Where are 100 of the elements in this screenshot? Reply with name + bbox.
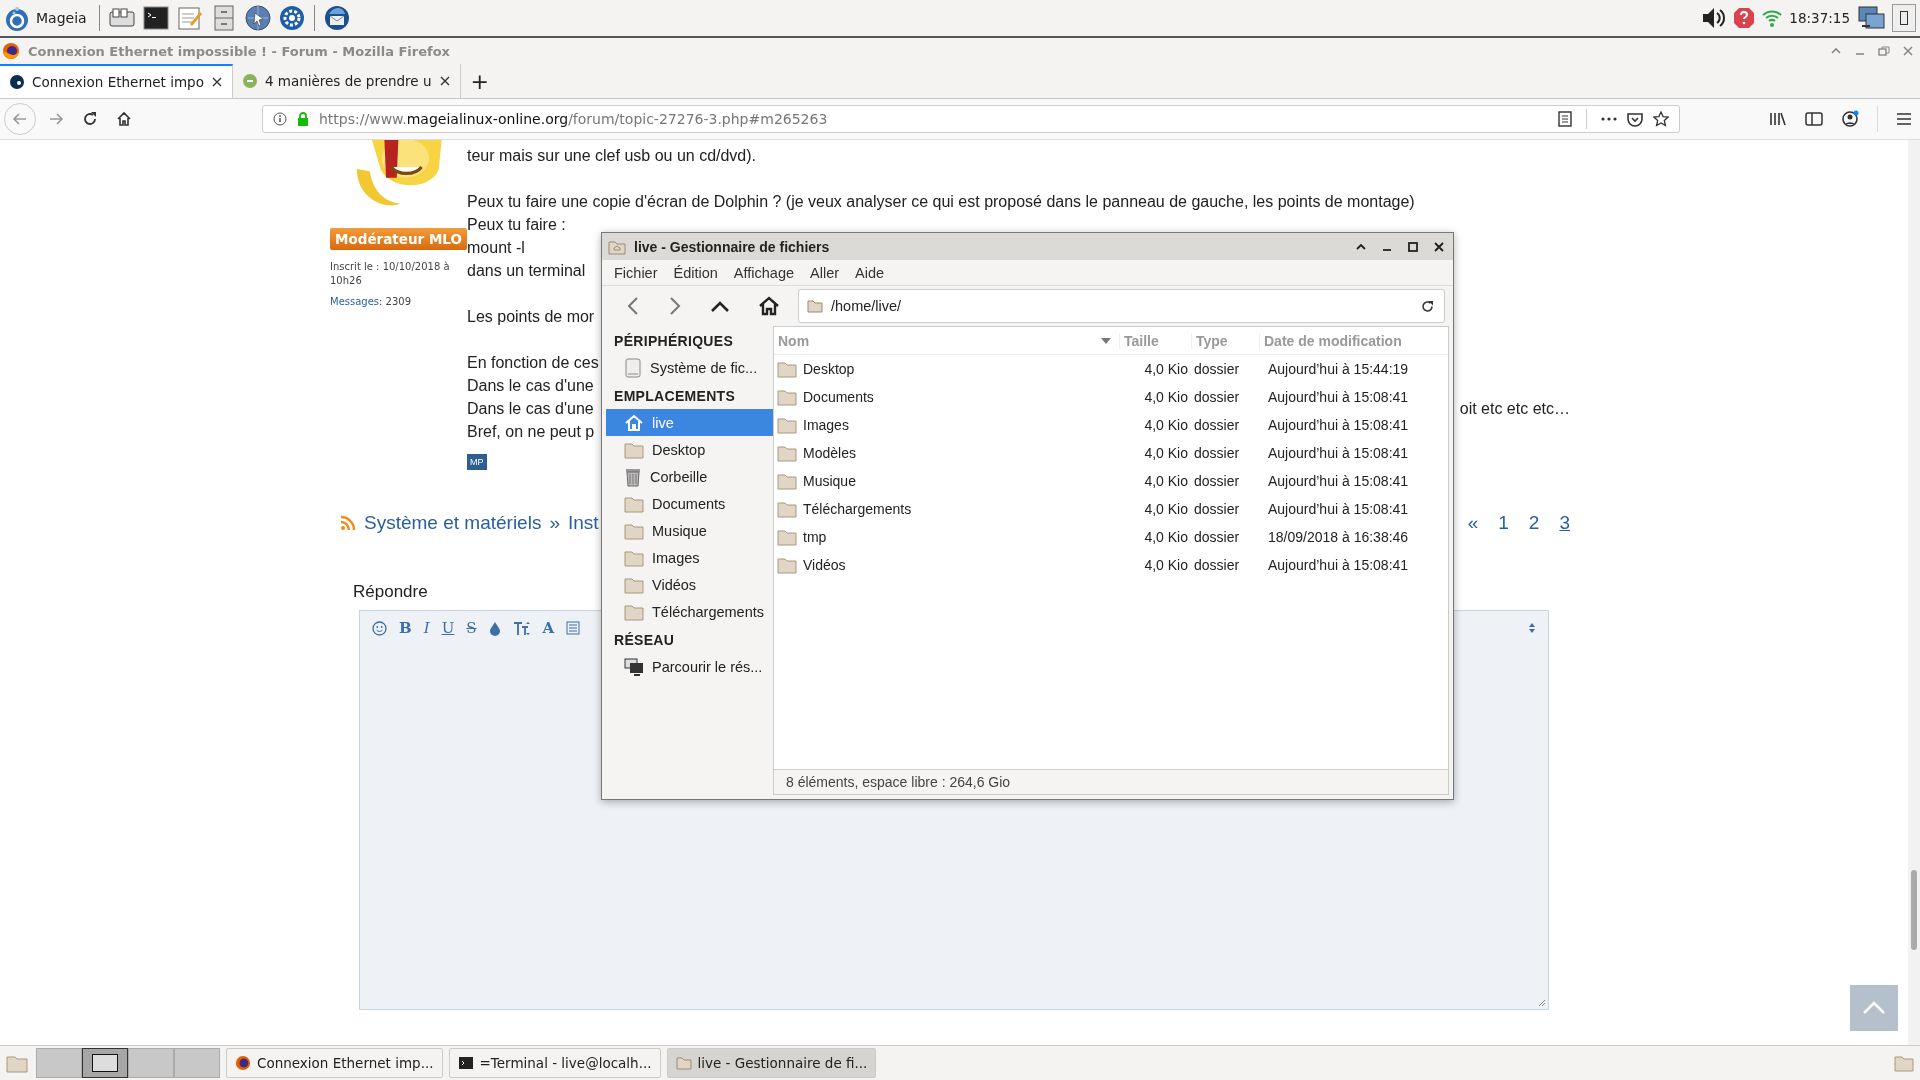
underline-button[interactable]: U: [441, 619, 455, 637]
place-item[interactable]: Musique: [606, 517, 773, 544]
pocket-icon[interactable]: [1627, 111, 1643, 127]
status-bar: 8 éléments, espace libre : 264,6 Gio: [774, 769, 1448, 794]
network-icon[interactable]: [1856, 4, 1886, 32]
file-row[interactable]: Musique 4,0 Kio dossier Aujourd’hui à 15:08:41: [774, 467, 1448, 495]
forward-icon[interactable]: [668, 296, 682, 316]
menu-item[interactable]: Aide: [855, 264, 885, 281]
sidebar-icon[interactable]: [1805, 111, 1823, 127]
font-button[interactable]: A: [542, 619, 555, 637]
place-item[interactable]: Documents: [606, 490, 773, 517]
file-row[interactable]: Documents 4,0 Kio dossier Aujourd’hui à 15:08:41: [774, 383, 1448, 411]
menu-label[interactable]: Mageia: [36, 10, 87, 26]
task-button[interactable]: =Terminal - live@localh...: [448, 1048, 661, 1078]
file-name: Desktop: [803, 361, 855, 377]
place-item[interactable]: Vidéos: [606, 571, 773, 598]
place-item[interactable]: Parcourir le rés...: [606, 653, 773, 680]
place-item[interactable]: Desktop: [606, 436, 773, 463]
menu-item[interactable]: Fichier: [614, 264, 658, 281]
page-link[interactable]: 2: [1528, 512, 1540, 534]
mail-bird-icon[interactable]: [322, 4, 351, 32]
globe-cursor-icon[interactable]: [243, 4, 272, 32]
resize-grip-icon[interactable]: [1536, 997, 1546, 1007]
previous-page-link[interactable]: «: [1467, 512, 1479, 534]
file-row[interactable]: Téléchargements 4,0 Kio dossier Aujourd’hui à 15:08:41: [774, 495, 1448, 523]
rss-icon[interactable]: [340, 515, 356, 531]
task-button[interactable]: Connexion Ethernet imp...: [226, 1048, 443, 1078]
breadcrumb-link[interactable]: Système et matériels: [364, 512, 542, 534]
url-text[interactable]: https://www.mageialinux-online.org/forum/topic-27276-3.php#m265263: [319, 111, 828, 127]
address-bar[interactable]: https://www.mageialinux-online.org/forum/topic-27276-3.php#m265263: [262, 105, 1680, 133]
private-message-button[interactable]: MP: [467, 454, 487, 470]
post-text: oit etc etc etc…: [1459, 399, 1570, 419]
close-icon[interactable]: [439, 76, 450, 86]
section-heading: EMPLACEMENTS: [613, 387, 737, 406]
place-item[interactable]: Images: [606, 544, 773, 571]
menu-item[interactable]: Aller: [810, 264, 840, 281]
home-icon[interactable]: [116, 111, 132, 127]
menu-item[interactable]: Édition: [673, 264, 718, 281]
page-link[interactable]: 1: [1498, 512, 1509, 534]
italic-button[interactable]: I: [423, 619, 430, 637]
place-item[interactable]: Corbeille: [606, 463, 773, 490]
bold-button[interactable]: B: [399, 619, 412, 637]
folder-icon: [624, 575, 644, 594]
forward-icon[interactable]: [48, 111, 64, 127]
browser-tab[interactable]: 4 manières de prendre u: [232, 64, 461, 98]
post-text: Peux tu faire une copie d'écran de Dolphin ? (je veux analyser ce qui est proposé dans le panneau de gauche, les points de montage): [467, 192, 1415, 212]
home-icon[interactable]: [758, 296, 780, 316]
gear-icon[interactable]: [277, 4, 306, 32]
reload-icon[interactable]: [1421, 299, 1434, 313]
reader-icon[interactable]: [1558, 111, 1572, 127]
file-name: tmp: [803, 529, 827, 545]
reload-icon[interactable]: [82, 111, 98, 127]
section-heading: PÉRIPHÉRIQUES: [613, 332, 735, 351]
workspace[interactable]: [82, 1048, 128, 1078]
clock[interactable]: 18:37:15: [1789, 10, 1850, 26]
menu-item[interactable]: Affichage: [733, 264, 795, 281]
up-icon[interactable]: [710, 299, 730, 313]
menu-icon[interactable]: [1896, 112, 1912, 126]
more-icon[interactable]: [1601, 117, 1617, 121]
mageia-logo-icon[interactable]: [4, 4, 30, 32]
drop-icon[interactable]: [488, 620, 501, 636]
file-size: 4,0 Kio: [1143, 361, 1189, 377]
sort-caret-icon[interactable]: [1101, 337, 1111, 344]
trash-icon: [624, 466, 642, 487]
file-row[interactable]: Modèles 4,0 Kio dossier Aujourd’hui à 15:08:41: [774, 439, 1448, 467]
breadcrumb-link[interactable]: Inst: [568, 512, 599, 534]
browser-tab[interactable]: Connexion Ethernet impo: [0, 64, 233, 98]
close-icon[interactable]: [211, 77, 222, 87]
show-desktop-button[interactable]: [1892, 4, 1916, 32]
info-icon[interactable]: [273, 112, 287, 126]
file-row[interactable]: Images 4,0 Kio dossier Aujourd’hui à 15:08:41: [774, 411, 1448, 439]
close-icon[interactable]: [1433, 240, 1445, 253]
library-icon[interactable]: [1769, 111, 1787, 127]
resize-arrows-icon[interactable]: [1528, 622, 1536, 634]
help-icon[interactable]: [1733, 7, 1756, 29]
path-field[interactable]: /home/live/: [798, 289, 1445, 323]
file-row[interactable]: tmp 4,0 Kio dossier 18/09/2018 à 16:38:46: [774, 523, 1448, 551]
terminal-icon[interactable]: [141, 4, 170, 32]
page-link[interactable]: 3: [1559, 512, 1570, 534]
scrollbar[interactable]: [1908, 140, 1920, 1045]
back-icon[interactable]: [12, 111, 28, 127]
account-icon[interactable]: [1841, 110, 1859, 128]
place-item[interactable]: live: [606, 409, 773, 436]
file-row[interactable]: Vidéos 4,0 Kio dossier Aujourd’hui à 15:08:41: [774, 551, 1448, 579]
folder-icon: [777, 528, 797, 546]
home-icon: [624, 413, 644, 432]
back-icon[interactable]: [626, 296, 640, 316]
shade-icon[interactable]: [1355, 241, 1367, 252]
file-date: 18/09/2018 à 16:38:46: [1267, 529, 1410, 545]
strike-button[interactable]: S: [466, 619, 477, 637]
wifi-icon[interactable]: [1761, 8, 1784, 28]
task-button[interactable]: live - Gestionnaire de fi...: [666, 1048, 877, 1078]
file-row[interactable]: Desktop 4,0 Kio dossier Aujourd’hui à 15:44:19: [774, 355, 1448, 383]
star-icon[interactable]: [1653, 111, 1669, 127]
text-size-icon[interactable]: [512, 620, 531, 636]
new-tab-button[interactable]: +: [460, 64, 499, 98]
smiley-icon[interactable]: [372, 620, 387, 636]
maximize-icon[interactable]: [1407, 241, 1419, 252]
place-item[interactable]: Système de fic...: [606, 354, 773, 381]
restore-icon[interactable]: [1878, 46, 1890, 56]
